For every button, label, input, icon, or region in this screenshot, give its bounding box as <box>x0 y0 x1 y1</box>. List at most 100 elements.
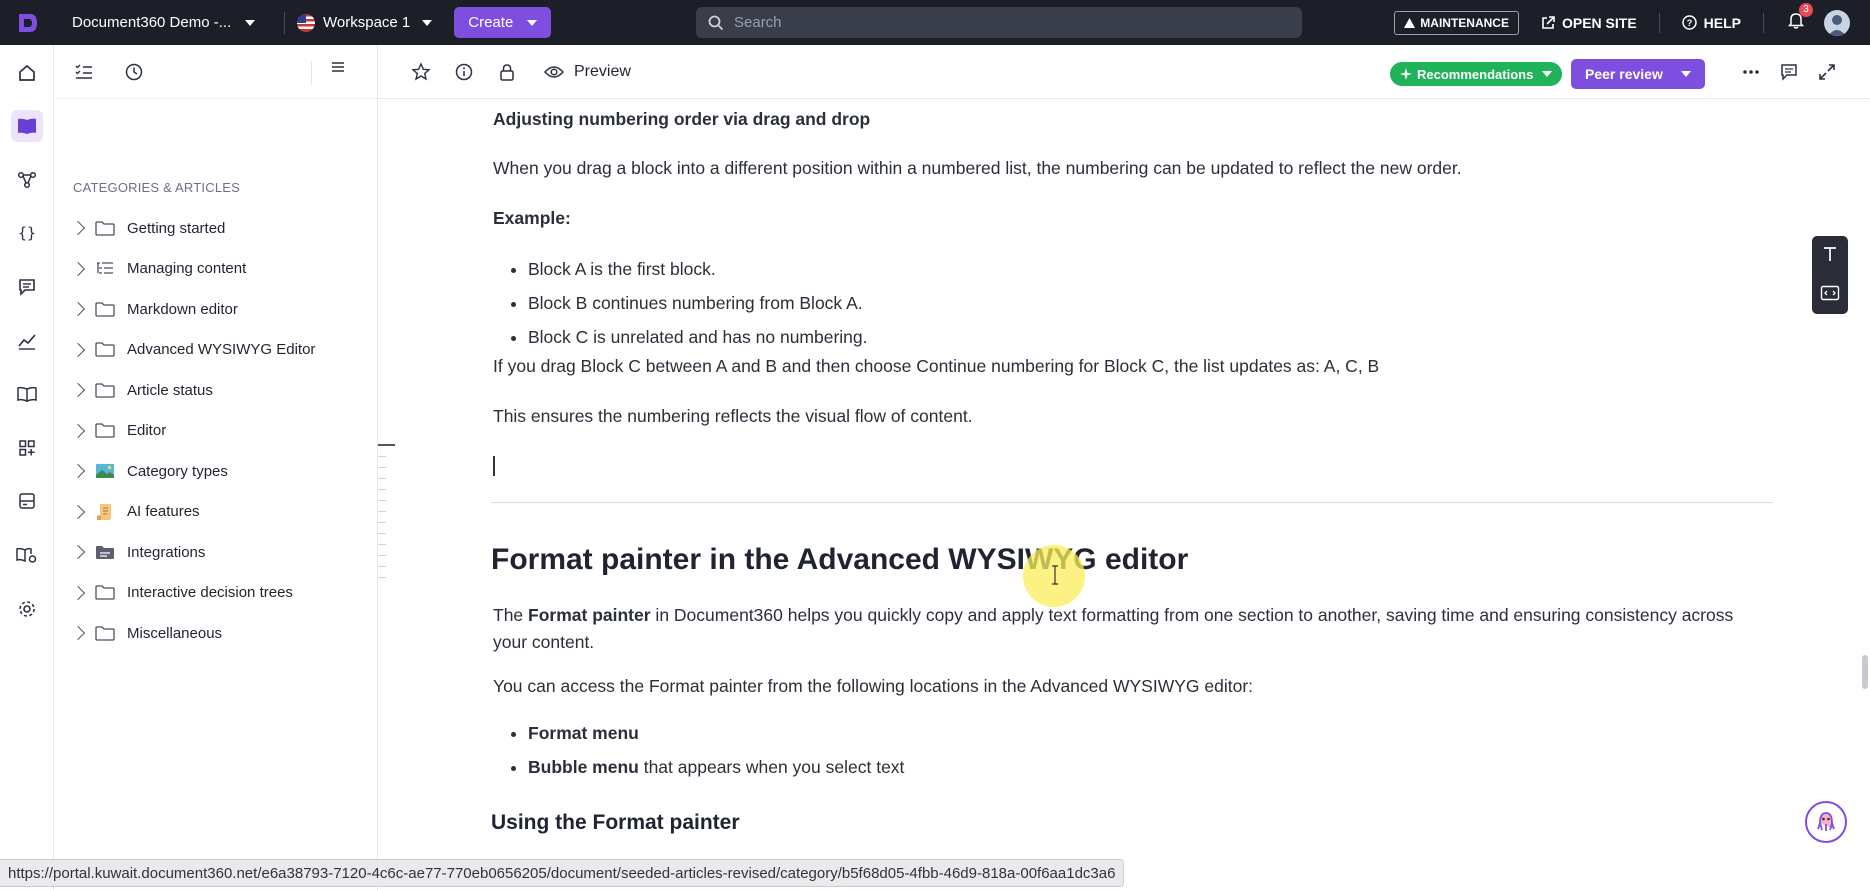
widgets-icon[interactable] <box>11 485 43 517</box>
chevron-down-icon <box>245 19 256 26</box>
category-item[interactable]: Markdown editor <box>70 289 371 330</box>
chevron-right-icon[interactable] <box>70 342 86 357</box>
sparkle-icon <box>1400 68 1412 80</box>
divider <box>1763 12 1764 33</box>
lock-icon[interactable] <box>494 59 520 85</box>
workspace-selector[interactable]: Workspace 1 <box>297 13 433 32</box>
recommendations-button[interactable]: Recommendations <box>1390 62 1563 86</box>
user-avatar[interactable] <box>1824 9 1850 36</box>
category-sidebar: CATEGORIES & ARTICLES Getting started Man… <box>54 45 378 890</box>
analytics-icon[interactable] <box>11 325 43 357</box>
workflow-icon[interactable] <box>11 164 43 196</box>
create-button[interactable]: Create <box>454 7 552 38</box>
chevron-right-icon[interactable] <box>70 626 86 641</box>
hamburger-menu-icon[interactable] <box>330 59 346 80</box>
divider <box>311 61 312 85</box>
checklist-icon[interactable] <box>69 57 99 87</box>
text-format-icon[interactable] <box>1821 245 1839 268</box>
link-status-bar: https://portal.kuwait.document360.net/e6… <box>0 859 1125 887</box>
history-clock-icon[interactable] <box>119 57 149 87</box>
recommendations-label: Recommendations <box>1417 66 1534 82</box>
folder-icon <box>95 302 115 317</box>
list-item: Format menu <box>528 720 904 747</box>
category-item[interactable]: Getting started <box>70 208 371 249</box>
info-icon[interactable] <box>451 59 477 85</box>
api-icon[interactable]: {} <box>11 217 43 249</box>
folder-icon <box>95 342 115 357</box>
documentation-icon[interactable] <box>11 110 43 142</box>
example-list: Block A is the first block. Block B conti… <box>528 256 868 358</box>
maintenance-label: MAINTENANCE <box>1420 15 1509 30</box>
list-item: Bubble menu that appears when you select… <box>528 754 904 781</box>
assistant-button[interactable] <box>1805 801 1847 843</box>
open-site-label: OPEN SITE <box>1561 14 1637 31</box>
list-item: Block A is the first block. <box>528 256 868 283</box>
floating-tools-panel <box>1812 236 1848 314</box>
editor-content-area[interactable]: Adjusting numbering order via drag and d… <box>378 99 1838 890</box>
text-run: The <box>493 605 529 625</box>
chevron-right-icon[interactable] <box>70 221 86 236</box>
chevron-down-icon <box>527 19 538 26</box>
octopus-assistant-icon <box>1817 812 1835 831</box>
category-item[interactable]: Managing content <box>70 249 371 290</box>
code-block-icon[interactable] <box>1820 285 1840 306</box>
notifications-button[interactable]: 3 <box>1787 2 1813 34</box>
star-icon[interactable] <box>408 59 434 85</box>
bold-text: Format menu <box>528 723 639 743</box>
knowledge-base-icon[interactable] <box>11 378 43 410</box>
fullscreen-expand-icon[interactable] <box>1814 59 1840 85</box>
more-options-icon[interactable] <box>1738 59 1764 85</box>
home-icon[interactable] <box>11 57 43 89</box>
comments-icon[interactable] <box>1776 59 1802 85</box>
preview-button[interactable]: Preview <box>544 63 631 81</box>
example-label: Example: <box>493 208 571 228</box>
create-button-label: Create <box>468 14 514 31</box>
category-label: Article status <box>127 381 213 399</box>
kb-settings-icon[interactable] <box>11 539 43 571</box>
category-label: Managing content <box>127 260 247 278</box>
svg-text:?: ? <box>1686 18 1692 28</box>
category-item[interactable]: Advanced WYSIWYG Editor <box>70 330 371 371</box>
peer-review-button[interactable]: Peer review <box>1571 59 1705 89</box>
feedback-icon[interactable] <box>11 271 43 303</box>
category-label: AI features <box>127 503 200 521</box>
external-link-icon <box>1542 15 1555 29</box>
chevron-down-icon <box>1542 71 1553 77</box>
folder-filled-icon <box>95 545 115 560</box>
chevron-right-icon[interactable] <box>70 545 86 560</box>
category-label: Getting started <box>127 219 226 237</box>
chevron-down-icon <box>1680 71 1691 77</box>
search-input[interactable]: Search <box>696 7 1302 38</box>
category-item[interactable]: AI features <box>70 492 371 533</box>
chevron-right-icon[interactable] <box>70 504 86 519</box>
category-item[interactable]: Editor <box>70 411 371 452</box>
document360-logo[interactable] <box>0 0 54 45</box>
help-link[interactable]: ? HELP <box>1681 15 1741 31</box>
category-item[interactable]: Category types <box>70 451 371 492</box>
open-site-link[interactable]: OPEN SITE <box>1541 15 1637 31</box>
chevron-right-icon[interactable] <box>70 585 86 600</box>
chevron-right-icon[interactable] <box>70 302 86 317</box>
category-item[interactable]: Miscellaneous <box>70 613 371 654</box>
project-selector[interactable]: Document360 Demo -... <box>72 14 272 31</box>
category-label: Interactive decision trees <box>127 584 293 602</box>
chevron-right-icon[interactable] <box>70 464 86 479</box>
folder-icon <box>95 585 115 600</box>
folder-icon <box>95 221 115 236</box>
chevron-right-icon[interactable] <box>70 261 86 276</box>
paragraph: The Format painter in Document360 helps … <box>493 602 1753 656</box>
folder-icon <box>95 423 115 438</box>
text-run: in Document360 helps you quickly copy an… <box>493 605 1734 653</box>
chevron-right-icon[interactable] <box>70 423 86 438</box>
search-placeholder: Search <box>734 14 782 31</box>
maintenance-button[interactable]: MAINTENANCE <box>1394 10 1519 35</box>
chevron-right-icon[interactable] <box>70 383 86 398</box>
category-item[interactable]: Integrations <box>70 532 371 573</box>
category-label: Editor <box>127 422 167 440</box>
category-label: Markdown editor <box>127 300 238 318</box>
apps-icon[interactable] <box>11 432 43 464</box>
vertical-scrollbar[interactable] <box>1862 655 1868 689</box>
category-item[interactable]: Article status <box>70 370 371 411</box>
category-item[interactable]: Interactive decision trees <box>70 573 371 614</box>
settings-gear-icon[interactable] <box>11 593 43 625</box>
